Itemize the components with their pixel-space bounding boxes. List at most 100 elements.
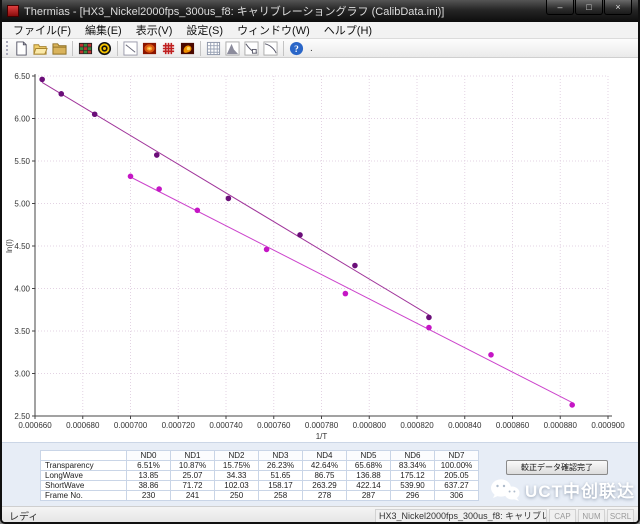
table-row: Frame No.230241250258278287296306 bbox=[41, 491, 479, 501]
shortwave-data-point bbox=[352, 263, 358, 269]
table-cell: 86.75 bbox=[303, 471, 347, 481]
thermal-palette-icon[interactable] bbox=[178, 39, 197, 57]
table-cell: 83.34% bbox=[391, 461, 435, 471]
shortwave-data-point bbox=[226, 196, 232, 202]
curve-icon[interactable] bbox=[261, 39, 280, 57]
x-tick-label: 0.000740 bbox=[209, 421, 243, 430]
y-axis-label: ln(I) bbox=[5, 239, 14, 253]
table-cell: 25.07 bbox=[171, 471, 215, 481]
x-tick-label: 0.000700 bbox=[114, 421, 148, 430]
table-row: ShortWave38.8671.72102.03158.17263.29422… bbox=[41, 481, 479, 491]
table-cell: 258 bbox=[259, 491, 303, 501]
y-tick-label: 6.00 bbox=[14, 115, 30, 124]
maximize-button[interactable]: □ bbox=[575, 0, 603, 15]
table-row: LongWave13.8525.0734.3351.6586.75136.881… bbox=[41, 471, 479, 481]
status-indicator-scrl: SCRL bbox=[607, 509, 634, 523]
target-icon[interactable] bbox=[95, 39, 114, 57]
calibration-table-panel: ND0ND1ND2ND3ND4ND5ND6ND7Transparency6.51… bbox=[2, 442, 638, 506]
table-cell: 263.29 bbox=[303, 481, 347, 491]
closed-folder-icon[interactable] bbox=[50, 39, 69, 57]
application-window: Thermias - [HX3_Nickel2000fps_300us_f8: … bbox=[0, 0, 640, 524]
shortwave-data-point bbox=[92, 111, 98, 117]
x-tick-label: 0.000720 bbox=[162, 421, 196, 430]
y-tick-label: 6.50 bbox=[14, 72, 30, 81]
x-tick-label: 0.000760 bbox=[257, 421, 291, 430]
close-button[interactable]: × bbox=[604, 0, 632, 15]
table-cell: 100.00% bbox=[435, 461, 479, 471]
status-indicators: CAPNUMSCRL bbox=[547, 509, 634, 523]
menu-view[interactable]: 表示(V) bbox=[129, 21, 180, 39]
table-col-header: ND0 bbox=[127, 451, 171, 461]
detector-grid-icon[interactable] bbox=[76, 39, 95, 57]
toolbar-separator bbox=[117, 41, 118, 56]
table-cell: 136.88 bbox=[347, 471, 391, 481]
table-col-header: ND1 bbox=[171, 451, 215, 461]
help-icon[interactable]: ? bbox=[287, 39, 306, 57]
table-cell: 539.90 bbox=[391, 481, 435, 491]
window-title: Thermias - [HX3_Nickel2000fps_300us_f8: … bbox=[24, 3, 545, 19]
longwave-data-point bbox=[426, 325, 432, 331]
menu-edit[interactable]: 編集(E) bbox=[78, 21, 129, 39]
menu-bar: ファイル(F)編集(E)表示(V)設定(S)ウィンドウ(W)ヘルプ(H) bbox=[2, 22, 638, 39]
y-tick-label: 5.50 bbox=[14, 157, 30, 166]
minimize-button[interactable]: – bbox=[546, 0, 574, 15]
menu-settings[interactable]: 設定(S) bbox=[179, 21, 230, 39]
table-col-header: ND6 bbox=[391, 451, 435, 461]
table-cell: 65.68% bbox=[347, 461, 391, 471]
new-file-icon[interactable] bbox=[12, 39, 31, 57]
shortwave-data-point bbox=[297, 232, 303, 238]
title-bar: Thermias - [HX3_Nickel2000fps_300us_f8: … bbox=[2, 0, 638, 22]
x-tick-label: 0.000820 bbox=[400, 421, 434, 430]
grid-icon[interactable] bbox=[204, 39, 223, 57]
toolbar-separator bbox=[200, 41, 201, 56]
status-indicator-cap: CAP bbox=[549, 509, 576, 523]
table-row-label: Frame No. bbox=[41, 491, 127, 501]
longwave-data-point bbox=[128, 174, 134, 180]
curve-marker-icon[interactable] bbox=[242, 39, 261, 57]
table-cell: 34.33 bbox=[215, 471, 259, 481]
thermal-image-icon[interactable] bbox=[140, 39, 159, 57]
calibration-chart: 0.0006600.0006800.0007000.0007200.000740… bbox=[2, 59, 640, 443]
table-cell: 278 bbox=[303, 491, 347, 501]
table-cell: 296 bbox=[391, 491, 435, 501]
status-indicator-num: NUM bbox=[578, 509, 605, 523]
y-tick-label: 3.00 bbox=[14, 370, 30, 379]
chart-area: 0.0006600.0006800.0007000.0007200.000740… bbox=[2, 58, 638, 442]
red-grid-icon[interactable] bbox=[159, 39, 178, 57]
toolbar: ?. bbox=[2, 39, 638, 58]
line-graph-icon[interactable] bbox=[121, 39, 140, 57]
x-tick-label: 0.000840 bbox=[448, 421, 482, 430]
status-bar: レディ HX3_Nickel2000fps_300us_f8: キャリブレーショ… bbox=[2, 506, 638, 524]
table-col-header: ND4 bbox=[303, 451, 347, 461]
window-controls: –□× bbox=[545, 0, 632, 15]
longwave-data-point bbox=[343, 291, 349, 297]
toolbar-grip-handle[interactable] bbox=[6, 41, 9, 55]
histogram-icon[interactable] bbox=[223, 39, 242, 57]
menu-window[interactable]: ウィンドウ(W) bbox=[230, 21, 317, 39]
calibration-confirm-button[interactable]: 較正データ確認完了 bbox=[506, 460, 608, 475]
shortwave-trend-line bbox=[42, 82, 429, 314]
table-col-header: ND3 bbox=[259, 451, 303, 461]
y-tick-label: 2.50 bbox=[14, 412, 30, 421]
table-cell: 250 bbox=[215, 491, 259, 501]
table-cell: 637.27 bbox=[435, 481, 479, 491]
toolbar-overflow-dot: . bbox=[310, 43, 313, 54]
table-col-header: ND7 bbox=[435, 451, 479, 461]
longwave-data-point bbox=[569, 402, 575, 408]
menu-file[interactable]: ファイル(F) bbox=[6, 21, 78, 39]
longwave-data-point bbox=[264, 247, 270, 253]
x-tick-label: 0.000880 bbox=[544, 421, 578, 430]
longwave-data-point bbox=[195, 208, 201, 214]
table-cell: 38.86 bbox=[127, 481, 171, 491]
menu-help[interactable]: ヘルプ(H) bbox=[317, 21, 379, 39]
table-cell: 42.64% bbox=[303, 461, 347, 471]
y-tick-label: 4.50 bbox=[14, 242, 30, 251]
x-tick-label: 0.000900 bbox=[591, 421, 625, 430]
table-cell: 15.75% bbox=[215, 461, 259, 471]
svg-text:?: ? bbox=[294, 45, 299, 55]
status-document-text: HX3_Nickel2000fps_300us_f8: キャリブレーショングラフ bbox=[375, 509, 547, 523]
shortwave-data-point bbox=[426, 315, 432, 321]
y-tick-label: 3.50 bbox=[14, 327, 30, 336]
open-folder-icon[interactable] bbox=[31, 39, 50, 57]
x-tick-label: 0.000860 bbox=[496, 421, 530, 430]
